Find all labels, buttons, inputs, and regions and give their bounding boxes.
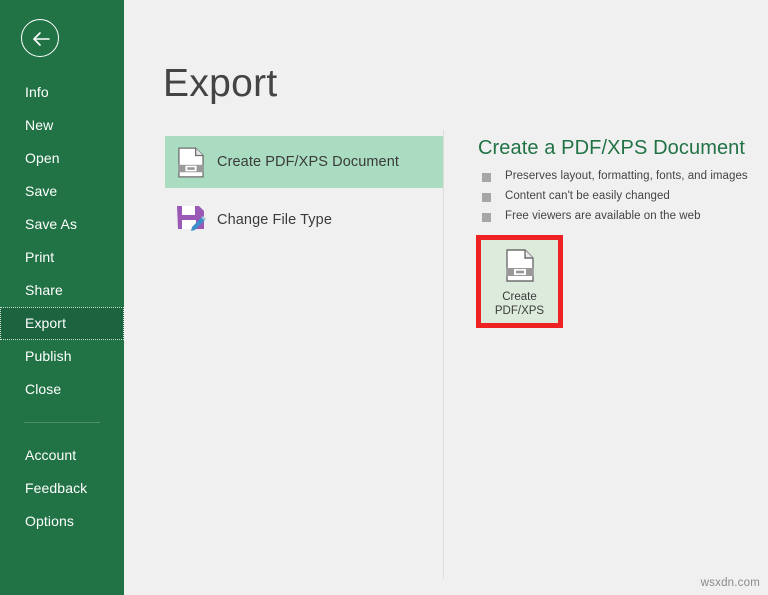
sidebar-item-label: Options — [25, 513, 74, 529]
sidebar-item-info[interactable]: Info — [0, 76, 124, 109]
create-pdf-xps-button[interactable]: Create PDF/XPS — [481, 240, 558, 323]
sidebar-item-publish[interactable]: Publish — [0, 340, 124, 373]
sidebar-item-save[interactable]: Save — [0, 175, 124, 208]
detail-title: Create a PDF/XPS Document — [478, 137, 760, 160]
watermark: wsxdn.com — [701, 577, 760, 589]
sidebar-item-label: Info — [25, 84, 49, 100]
sidebar-item-print[interactable]: Print — [0, 241, 124, 274]
sidebar-item-save-as[interactable]: Save As — [0, 208, 124, 241]
sidebar-item-label: Account — [25, 447, 76, 463]
sidebar-item-label: Feedback — [25, 480, 87, 496]
sidebar-item-open[interactable]: Open — [0, 142, 124, 175]
pdf-document-icon — [506, 249, 534, 285]
sidebar-separator — [24, 422, 100, 423]
export-option-label: Create PDF/XPS Document — [217, 154, 399, 170]
sidebar-item-label: New — [25, 117, 53, 133]
detail-bullet-text: Preserves layout, formatting, fonts, and… — [505, 169, 748, 184]
detail-panel: Create a PDF/XPS Document Preserves layo… — [478, 137, 760, 229]
backstage-sidebar: Info New Open Save Save As Print Share Export Pu… — [0, 0, 124, 595]
export-option-label: Change File Type — [217, 212, 332, 228]
sidebar-item-export[interactable]: Export — [0, 307, 124, 340]
action-label-line1: Create — [502, 291, 537, 303]
export-options-list: Create PDF/XPS Document Change File Type — [165, 136, 443, 246]
square-bullet-icon — [482, 213, 491, 222]
sidebar-item-label: Save — [25, 183, 57, 199]
backstage-view: Info New Open Save Save As Print Share Export Pu… — [0, 0, 768, 595]
sidebar-item-share[interactable]: Share — [0, 274, 124, 307]
detail-bullet-text: Free viewers are available on the web — [505, 209, 701, 224]
sidebar-item-label: Publish — [25, 348, 72, 364]
panel-divider — [443, 130, 444, 579]
sidebar-item-new[interactable]: New — [0, 109, 124, 142]
detail-bullet-item: Free viewers are available on the web — [478, 209, 760, 224]
sidebar-item-label: Open — [25, 150, 60, 166]
sidebar-item-close[interactable]: Close — [0, 373, 124, 406]
square-bullet-icon — [482, 173, 491, 182]
sidebar-item-options[interactable]: Options — [0, 505, 124, 538]
export-option-change-file-type[interactable]: Change File Type — [165, 194, 443, 246]
sidebar-item-label: Export — [25, 315, 66, 331]
sidebar-item-label: Close — [25, 381, 61, 397]
action-label-line2: PDF/XPS — [495, 305, 544, 317]
detail-bullet-text: Content can't be easily changed — [505, 189, 670, 204]
backstage-nav: Info New Open Save Save As Print Share Export Pu… — [0, 76, 124, 538]
back-arrow-button[interactable] — [21, 19, 59, 57]
page-title: Export — [163, 62, 278, 106]
pdf-document-icon — [165, 147, 217, 178]
square-bullet-icon — [482, 193, 491, 202]
create-pdf-xps-button-label: Create PDF/XPS — [495, 290, 544, 318]
export-option-create-pdf-xps-document[interactable]: Create PDF/XPS Document — [165, 136, 443, 188]
detail-bullet-item: Preserves layout, formatting, fonts, and… — [478, 169, 760, 184]
detail-bullet-list: Preserves layout, formatting, fonts, and… — [478, 169, 760, 224]
sidebar-item-account[interactable]: Account — [0, 439, 124, 472]
detail-bullet-item: Content can't be easily changed — [478, 189, 760, 204]
sidebar-item-label: Print — [25, 249, 54, 265]
create-pdf-xps-highlight-box: Create PDF/XPS — [476, 235, 563, 328]
sidebar-item-feedback[interactable]: Feedback — [0, 472, 124, 505]
sidebar-item-label: Save As — [25, 216, 77, 232]
floppy-disk-pencil-icon — [165, 205, 217, 235]
sidebar-item-label: Share — [25, 282, 63, 298]
